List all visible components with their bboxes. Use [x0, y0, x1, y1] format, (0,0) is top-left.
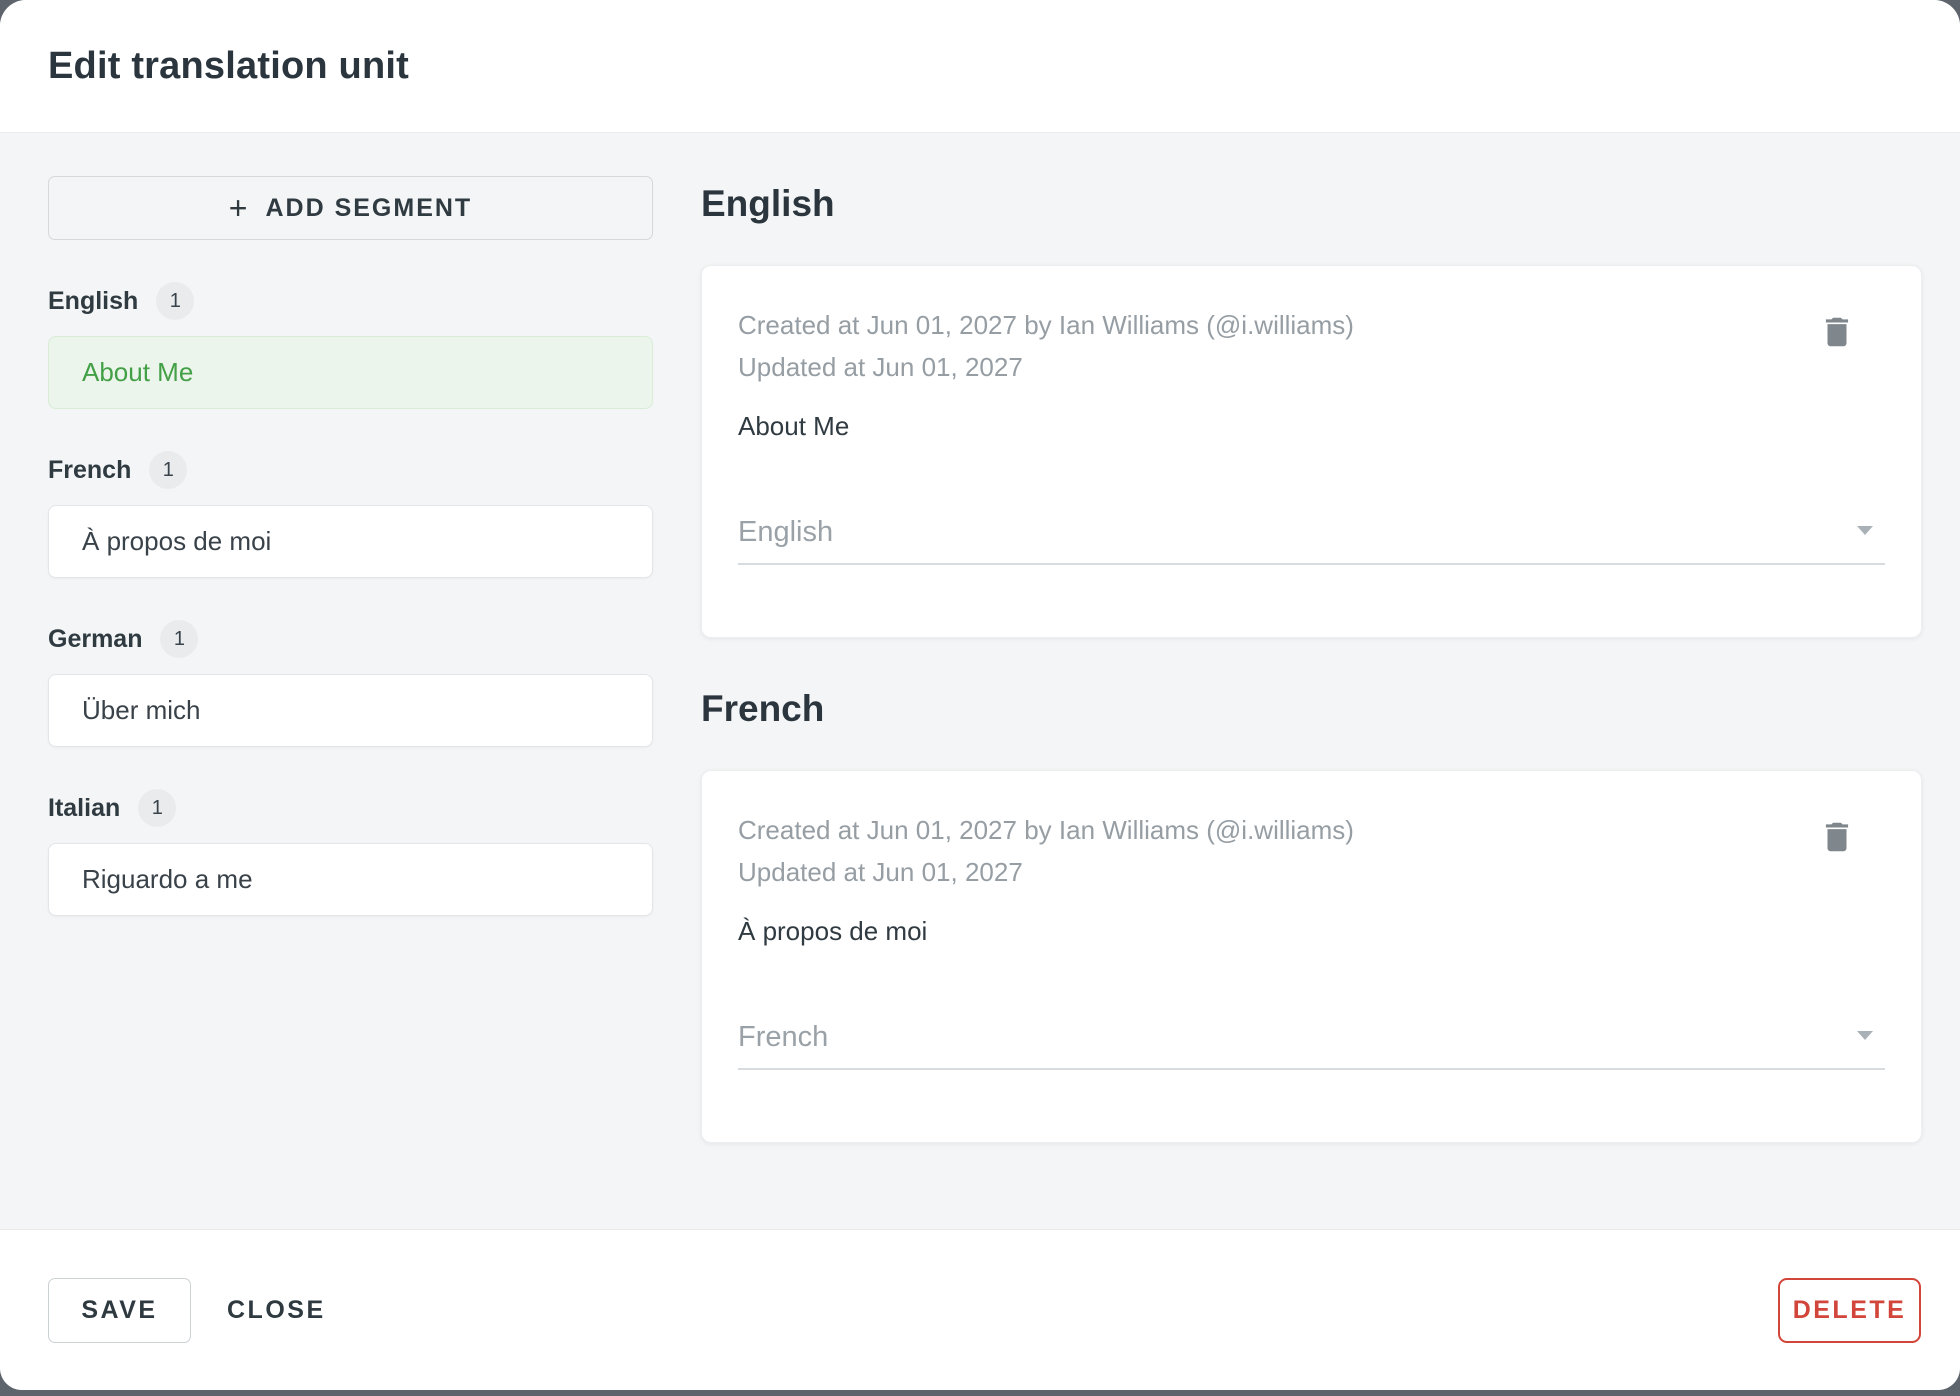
segment-content-text: About Me: [738, 411, 850, 441]
language-label: German: [48, 624, 143, 653]
meta-block: Created at Jun 01, 2027 by Ian Williams …: [738, 304, 1815, 388]
updated-at-text: Updated at Jun 01, 2027: [738, 857, 1023, 887]
segment-count-badge: 1: [160, 620, 199, 658]
delete-segment-button[interactable]: [1815, 815, 1859, 859]
translation-card-english: Created at Jun 01, 2027 by Ian Williams …: [701, 265, 1922, 638]
segment-item-english[interactable]: About Me: [48, 336, 653, 409]
updated-at-text: Updated at Jun 01, 2027: [738, 352, 1023, 382]
segment-content-text: À propos de moi: [738, 916, 928, 946]
created-at-text: Created at Jun 01, 2027 by Ian Williams …: [738, 815, 1354, 845]
add-segment-label: ADD SEGMENT: [265, 193, 473, 222]
language-label: Italian: [48, 793, 121, 822]
segments-sidebar: + ADD SEGMENT English 1 About Me French …: [48, 133, 653, 1229]
plus-icon: +: [228, 189, 250, 226]
dialog-title: Edit translation unit: [48, 44, 409, 87]
close-button[interactable]: CLOSE: [225, 1278, 328, 1343]
segment-count-badge: 1: [149, 451, 188, 489]
language-label: French: [48, 455, 132, 484]
segment-count-badge: 1: [138, 789, 177, 827]
segment-item-german[interactable]: Über mich: [48, 674, 653, 747]
language-group-header-french: French 1: [48, 451, 653, 489]
segment-item-italian[interactable]: Riguardo a me: [48, 843, 653, 916]
segment-text: À propos de moi: [82, 526, 272, 556]
created-at-text: Created at Jun 01, 2027 by Ian Williams …: [738, 310, 1354, 340]
dialog-footer: SAVE CLOSE DELETE: [0, 1229, 1960, 1390]
dialog-header: Edit translation unit: [0, 0, 1960, 133]
section-heading-french: French: [701, 688, 825, 729]
translation-card-french: Created at Jun 01, 2027 by Ian Williams …: [701, 770, 1922, 1143]
meta-block: Created at Jun 01, 2027 by Ian Williams …: [738, 809, 1815, 893]
segment-text: Über mich: [82, 695, 201, 725]
segment-count-badge: 1: [156, 282, 195, 320]
chevron-down-icon: [1857, 526, 1873, 535]
translation-details: English Created at Jun 01, 2027 by Ian W…: [701, 133, 1922, 1229]
language-group-header-italian: Italian 1: [48, 789, 653, 827]
segment-text: About Me: [82, 357, 194, 387]
language-select[interactable]: English: [738, 516, 1885, 565]
add-segment-button[interactable]: + ADD SEGMENT: [48, 176, 653, 240]
trash-icon: [1825, 317, 1849, 347]
language-label: English: [48, 286, 139, 315]
chevron-down-icon: [1857, 1031, 1873, 1040]
delete-segment-button[interactable]: [1815, 310, 1859, 354]
dialog-body: + ADD SEGMENT English 1 About Me French …: [0, 133, 1960, 1229]
delete-button[interactable]: DELETE: [1778, 1277, 1921, 1343]
section-heading-english: English: [701, 183, 835, 224]
language-select[interactable]: French: [738, 1021, 1885, 1070]
language-group-header-english: English 1: [48, 282, 653, 320]
language-select-value: English: [738, 516, 834, 548]
edit-translation-unit-dialog: Edit translation unit + ADD SEGMENT Engl…: [0, 0, 1960, 1390]
language-select-value: French: [738, 1021, 829, 1053]
segment-item-french[interactable]: À propos de moi: [48, 505, 653, 578]
save-button[interactable]: SAVE: [48, 1277, 191, 1343]
segment-text: Riguardo a me: [82, 864, 253, 894]
language-group-header-german: German 1: [48, 620, 653, 658]
trash-icon: [1825, 822, 1849, 852]
